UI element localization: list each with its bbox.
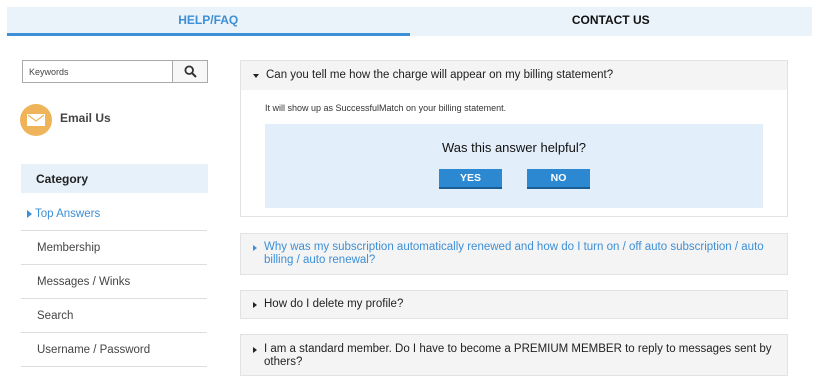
envelope-icon bbox=[20, 104, 52, 136]
search-input[interactable] bbox=[22, 60, 172, 83]
tab-contact-us[interactable]: CONTACT US bbox=[410, 7, 813, 36]
search-icon bbox=[183, 65, 197, 78]
category-item-label: Username / Password bbox=[37, 343, 151, 356]
search-box bbox=[22, 60, 208, 83]
no-button[interactable]: NO bbox=[527, 169, 590, 189]
category-item-label: Membership bbox=[37, 241, 101, 254]
category-item-membership[interactable]: Membership bbox=[21, 231, 207, 265]
category-item-username-password[interactable]: Username / Password bbox=[21, 333, 207, 367]
faq-question[interactable]: How do I delete my profile? bbox=[241, 291, 787, 318]
category-item-top-answers[interactable]: Top Answers bbox=[21, 197, 207, 231]
faq-question[interactable]: Can you tell me how the charge will appe… bbox=[241, 61, 787, 90]
tab-help-faq[interactable]: HELP/FAQ bbox=[7, 7, 410, 36]
faq-question[interactable]: I am a standard member. Do I have to bec… bbox=[241, 335, 787, 375]
category-item-search[interactable]: Search bbox=[21, 299, 207, 333]
caret-right-icon bbox=[253, 347, 257, 353]
faq-item: I am a standard member. Do I have to bec… bbox=[240, 334, 788, 376]
faq-item: Why was my subscription automatically re… bbox=[240, 233, 788, 275]
category-item-label: Search bbox=[37, 309, 74, 322]
category-item-messages-winks[interactable]: Messages / Winks bbox=[21, 265, 207, 299]
caret-right-icon bbox=[27, 210, 32, 218]
faq-question-text: Can you tell me how the charge will appe… bbox=[266, 69, 614, 81]
faq-question-text: I am a standard member. Do I have to bec… bbox=[264, 343, 772, 368]
helpful-title: Was this answer helpful? bbox=[441, 140, 587, 155]
faq-item-expanded: Can you tell me how the charge will appe… bbox=[240, 60, 788, 217]
faq-answer: It will show up as SuccessfulMatch on yo… bbox=[265, 103, 507, 113]
caret-right-icon bbox=[253, 301, 257, 308]
category-item-label: Top Answers bbox=[35, 207, 101, 220]
category-list: Top Answers Membership Messages / Winks … bbox=[21, 197, 207, 367]
caret-right-icon bbox=[253, 245, 257, 251]
faq-question[interactable]: Why was my subscription automatically re… bbox=[241, 234, 787, 274]
category-header: Category bbox=[21, 164, 208, 193]
email-us-link[interactable]: Email Us bbox=[20, 104, 111, 136]
caret-down-icon bbox=[253, 73, 259, 78]
faq-item: How do I delete my profile? bbox=[240, 290, 788, 319]
tab-bar: HELP/FAQ CONTACT US bbox=[7, 7, 812, 36]
yes-button[interactable]: YES bbox=[439, 169, 502, 189]
email-us-label: Email Us bbox=[60, 111, 111, 125]
helpful-panel: Was this answer helpful? YES NO bbox=[265, 124, 763, 208]
search-button[interactable] bbox=[172, 60, 208, 83]
faq-question-text: How do I delete my profile? bbox=[264, 298, 404, 310]
category-item-label: Messages / Winks bbox=[37, 275, 131, 288]
faq-question-text: Why was my subscription automatically re… bbox=[264, 241, 764, 266]
